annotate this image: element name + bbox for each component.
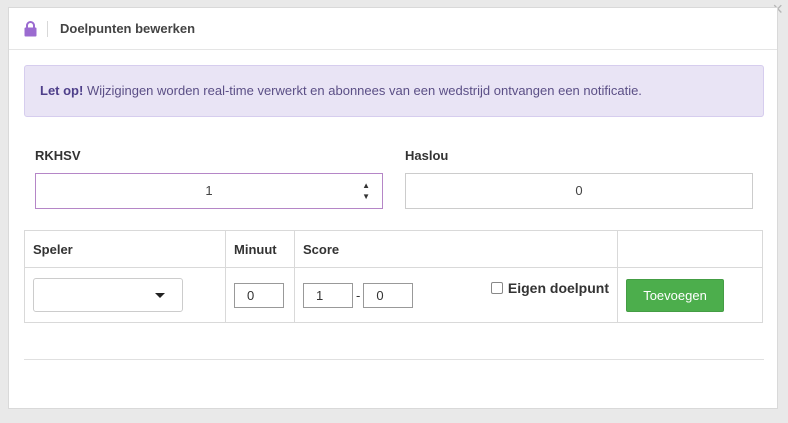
score-separator: -: [356, 287, 361, 303]
away-score-input[interactable]: 0: [405, 173, 753, 209]
chevron-down-icon: [155, 293, 165, 298]
home-team-label: RKHSV: [35, 148, 81, 163]
player-select[interactable]: [33, 278, 183, 312]
minute-cell: 0: [225, 267, 295, 323]
header-separator: [47, 20, 48, 37]
home-score-input[interactable]: 1 ▲ ▼: [35, 173, 383, 209]
minute-input[interactable]: 0: [234, 282, 284, 308]
score-away-input[interactable]: 0: [363, 282, 414, 308]
modal-header: Doelpunten bewerken: [9, 8, 777, 50]
edit-goals-modal: Doelpunten bewerken Let op! Wijzigingen …: [8, 7, 778, 409]
home-score-value: 1: [205, 183, 213, 198]
away-score-value: 0: [575, 183, 583, 198]
score-home-input[interactable]: 1: [303, 282, 353, 308]
action-cell: Toevoegen: [617, 267, 763, 323]
stepper-down-icon[interactable]: ▼: [362, 191, 370, 202]
col-header-score: Score: [294, 230, 618, 268]
away-team-label: Haslou: [405, 148, 449, 163]
lock-icon: [24, 20, 37, 37]
col-header-action: [617, 230, 763, 268]
modal-title: Doelpunten bewerken: [60, 21, 196, 36]
col-header-player: Speler: [24, 230, 226, 268]
own-goal-label: Eigen doelpunt: [507, 280, 609, 296]
notice-alert: Let op! Wijzigingen worden real-time ver…: [24, 65, 764, 117]
alert-text: Wijzigingen worden real-time verwerkt en…: [83, 83, 642, 98]
score-stepper[interactable]: ▲ ▼: [362, 180, 370, 202]
footer-divider: [24, 359, 764, 360]
col-header-minute: Minuut: [225, 230, 295, 268]
table-row: 0 1-0 Eigen doelpunt Toevoegen: [24, 267, 763, 323]
player-cell: [24, 267, 226, 323]
own-goal-option[interactable]: Eigen doelpunt: [490, 280, 609, 296]
score-cell: 1-0 Eigen doelpunt: [294, 267, 618, 323]
table-header-row: Speler Minuut Score: [24, 230, 763, 268]
alert-strong: Let op!: [40, 83, 84, 98]
add-goal-button[interactable]: Toevoegen: [626, 278, 724, 312]
stepper-up-icon[interactable]: ▲: [362, 180, 370, 191]
goal-table: Speler Minuut Score 0 1-0 Eigen doelpunt…: [24, 230, 763, 323]
own-goal-checkbox[interactable]: [490, 282, 503, 294]
